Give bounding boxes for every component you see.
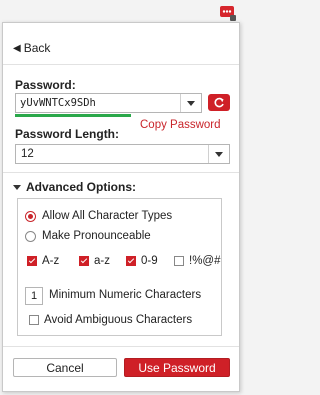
checkbox-avoid-ambiguous[interactable]: Avoid Ambiguous Characters xyxy=(29,314,192,326)
radio-pronounceable-label: Make Pronounceable xyxy=(42,230,151,242)
min-numeric-label: Minimum Numeric Characters xyxy=(49,289,202,301)
divider xyxy=(3,64,239,65)
checkbox-symbols-label: !%@# xyxy=(189,255,221,267)
checkbox-avoid-ambiguous-label: Avoid Ambiguous Characters xyxy=(44,314,193,326)
checkbox-uppercase[interactable]: A-z xyxy=(27,255,59,267)
advanced-options-box: Allow All Character Types Make Pronounce… xyxy=(17,198,222,336)
password-field[interactable]: yUvWNTCx9SDh xyxy=(15,93,202,113)
checkbox-unchecked-icon xyxy=(174,256,184,266)
radio-selected-icon xyxy=(25,210,36,222)
radio-unselected-icon xyxy=(25,230,36,242)
checkbox-digits-label: 0-9 xyxy=(141,255,158,267)
caret-down-icon xyxy=(13,184,21,190)
checkbox-uppercase-label: A-z xyxy=(42,255,60,267)
checkbox-checked-icon xyxy=(27,256,37,266)
password-label: Password: xyxy=(15,78,76,92)
password-length-select[interactable]: 12 xyxy=(15,144,230,164)
password-generator-icon xyxy=(220,5,236,21)
password-length-label: Password Length: xyxy=(15,127,120,141)
length-dropdown-button[interactable] xyxy=(208,145,229,163)
extension-toolbar-icon[interactable] xyxy=(218,4,238,22)
generator-panel: ◀ Back Password: yUvWNTCx9SDh Copy Passw… xyxy=(2,22,240,392)
checkbox-lowercase[interactable]: a-z xyxy=(79,255,110,267)
checkbox-unchecked-icon xyxy=(29,315,39,325)
radio-allow-all-label: Allow All Character Types xyxy=(42,210,173,222)
checkbox-symbols[interactable]: !%@# xyxy=(174,255,221,267)
password-length-value: 12 xyxy=(21,148,34,160)
divider xyxy=(3,346,239,347)
copy-password-link[interactable]: Copy Password xyxy=(140,119,221,131)
advanced-options-toggle[interactable]: Advanced Options: xyxy=(13,180,136,194)
use-password-button[interactable]: Use Password xyxy=(124,358,230,377)
back-label: Back xyxy=(23,41,51,55)
refresh-icon xyxy=(214,97,224,107)
divider xyxy=(3,172,239,173)
radio-pronounceable[interactable]: Make Pronounceable xyxy=(25,230,151,242)
checkbox-digits[interactable]: 0-9 xyxy=(126,255,158,267)
regenerate-button[interactable] xyxy=(208,94,230,111)
checkbox-checked-icon xyxy=(79,256,89,266)
min-numeric-input[interactable]: 1 xyxy=(25,287,43,305)
password-value[interactable]: yUvWNTCx9SDh xyxy=(20,97,96,109)
checkbox-checked-icon xyxy=(126,256,136,266)
cancel-button[interactable]: Cancel xyxy=(13,358,117,377)
advanced-options-label: Advanced Options: xyxy=(26,180,137,194)
password-strength-bar xyxy=(15,114,131,117)
back-button[interactable]: ◀ Back xyxy=(13,41,50,55)
chevron-down-icon xyxy=(187,100,195,106)
radio-allow-all[interactable]: Allow All Character Types xyxy=(25,210,172,222)
chevron-down-icon xyxy=(215,151,223,157)
chevron-left-icon: ◀ xyxy=(13,42,21,54)
password-history-dropdown[interactable] xyxy=(180,94,201,112)
checkbox-lowercase-label: a-z xyxy=(94,255,110,267)
